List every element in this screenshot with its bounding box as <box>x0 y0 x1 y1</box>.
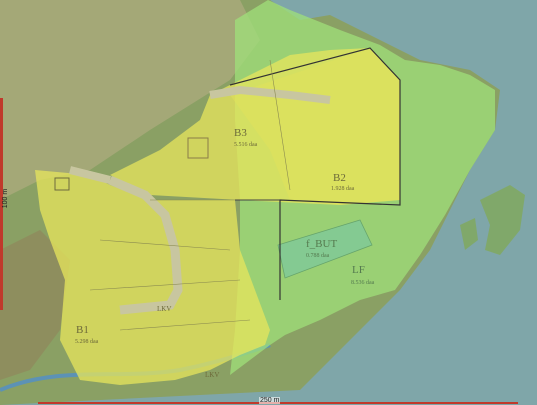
map-canvas[interactable]: B3 5.516 daa B2 1.928 daa f_BUT 0.788 da… <box>0 0 537 405</box>
road-label-lkv-south: LKV <box>205 371 220 379</box>
zone-b1-label: B1 <box>76 324 89 336</box>
zone-b2-label: B2 <box>333 172 346 184</box>
zone-b3-label: B3 <box>234 127 247 139</box>
road-label-lkv: LKV <box>157 305 172 313</box>
zone-b3-area-label: 5.516 daa <box>234 142 258 148</box>
zone-b1-area-label: 5.298 daa <box>75 339 99 345</box>
zone-b2-area-label: 1.928 daa <box>331 186 355 192</box>
scale-label-horizontal: 250 m <box>259 397 281 404</box>
scale-label-vertical: 100 m <box>2 188 10 209</box>
zone-fbut-label: f_BUT <box>306 238 338 250</box>
zone-fbut-area-label: 0.788 daa <box>306 253 330 259</box>
zone-lf-label: LF <box>352 264 365 276</box>
zone-lf-area-label: 8.536 daa <box>351 280 375 286</box>
